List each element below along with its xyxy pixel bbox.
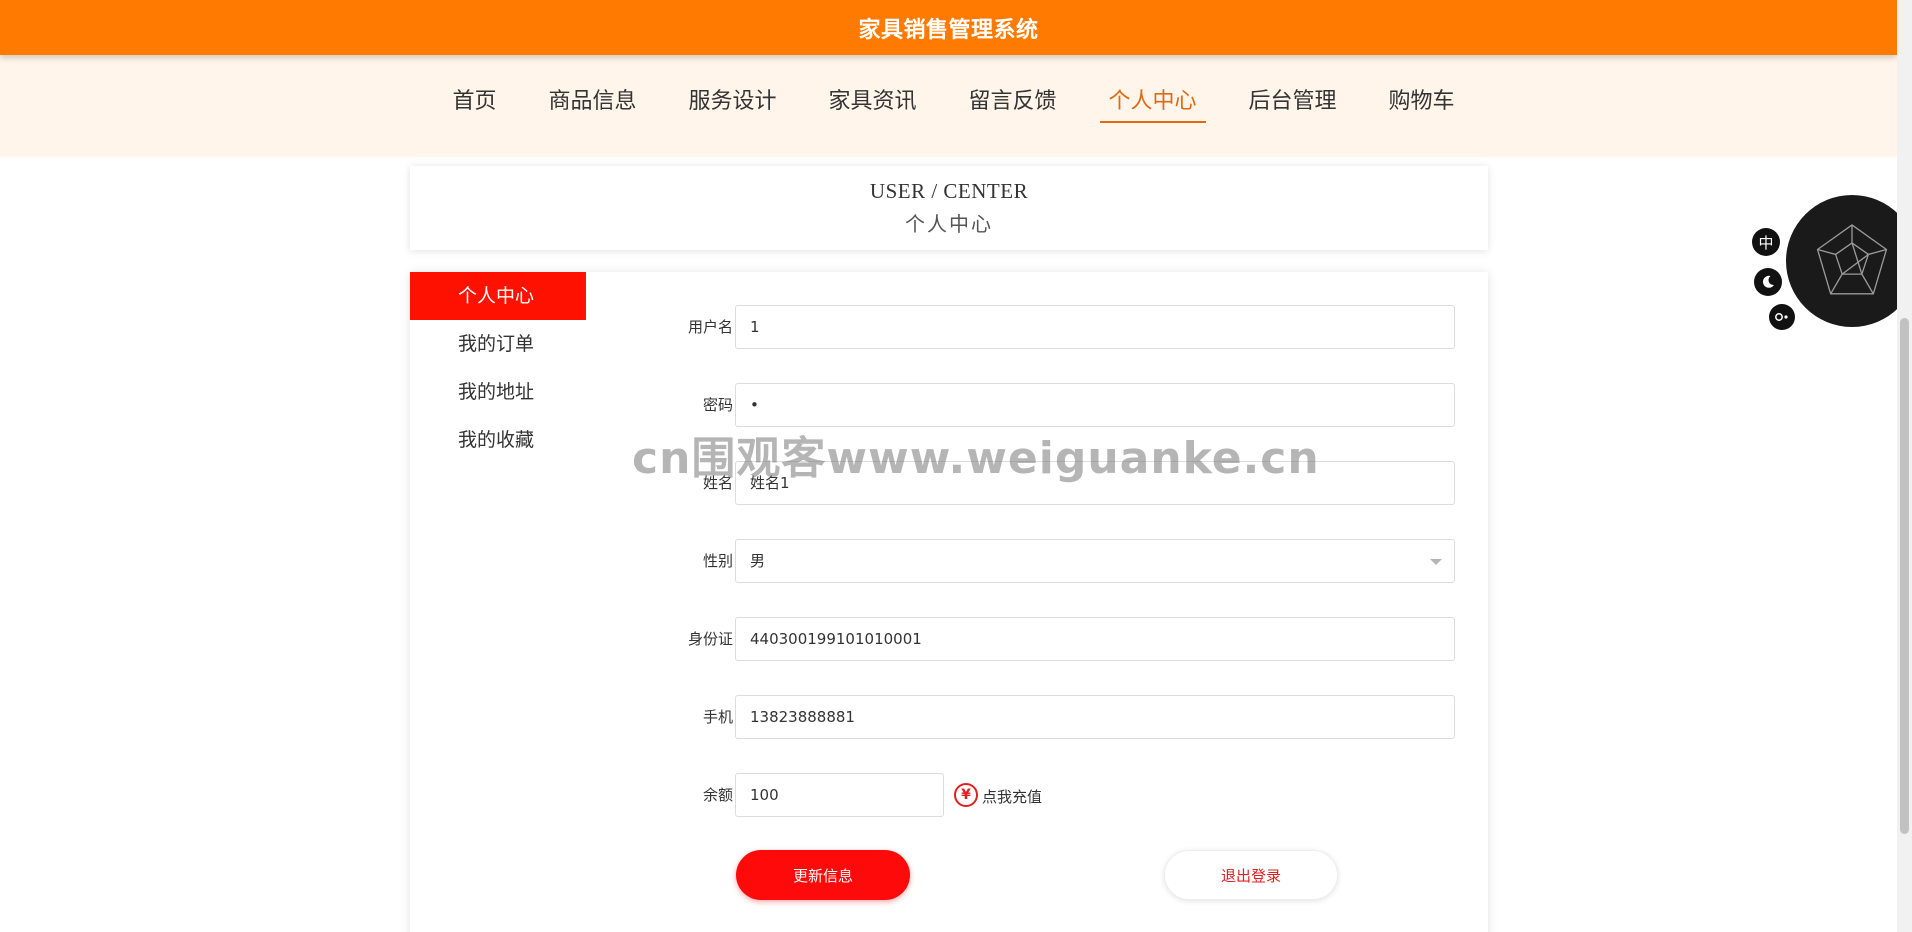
nav-item-furniture-news[interactable]: 家具资讯 (819, 89, 925, 123)
top-header-bar: 家具销售管理系统 (0, 0, 1897, 55)
recharge-link[interactable]: ¥ 点我充值 (954, 782, 1042, 807)
username-input[interactable]: 1 (735, 305, 1455, 349)
main-nav-band: 首页 商品信息 服务设计 家具资讯 留言反馈 个人中心 后台管理 购物车 (0, 55, 1897, 157)
theme-toggle-button[interactable] (1754, 268, 1782, 296)
form-row-password: 密码 • (410, 383, 1488, 427)
recharge-label: 点我充值 (982, 788, 1043, 806)
moon-icon (1762, 275, 1774, 288)
language-label: 中 (1758, 233, 1774, 252)
chevron-down-icon (1430, 559, 1442, 565)
page-heading-cn: 个人中心 (905, 212, 993, 236)
nav-item-products[interactable]: 商品信息 (539, 89, 645, 123)
settings-toggle-button[interactable] (1769, 304, 1795, 330)
nav-item-feedback[interactable]: 留言反馈 (960, 89, 1066, 123)
username-label: 用户名 (687, 318, 733, 336)
name-label: 姓名 (702, 474, 733, 492)
form-row-name: 姓名 姓名1 (410, 461, 1488, 505)
gender-selected-value: 男 (750, 552, 766, 570)
floating-logo-disc[interactable] (1786, 195, 1912, 327)
balance-label: 余额 (702, 786, 733, 804)
name-input[interactable]: 姓名1 (735, 461, 1455, 505)
form-row-gender: 性别 男 (410, 539, 1488, 583)
gender-label: 性别 (702, 552, 733, 570)
phone-label: 手机 (702, 708, 733, 726)
password-input[interactable]: • (735, 383, 1455, 427)
nav-item-service-design[interactable]: 服务设计 (679, 89, 785, 123)
scrollbar-thumb[interactable] (1900, 318, 1909, 834)
page-heading-en: USER / CENTER (869, 179, 1029, 203)
site-title: 家具销售管理系统 (858, 17, 1039, 43)
id-card-label: 身份证 (687, 630, 733, 648)
page-heading: USER / CENTER 个人中心 (410, 166, 1488, 250)
side-menu: 个人中心 我的订单 我的地址 我的收藏 (410, 272, 586, 464)
id-card-input[interactable]: 440300199101010001 (735, 617, 1455, 661)
polyhedron-icon (1816, 224, 1888, 295)
update-info-button[interactable]: 更新信息 (736, 850, 910, 900)
language-toggle-button[interactable]: 中 (1752, 228, 1780, 256)
form-row-username: 用户名 1 (410, 305, 1488, 349)
yen-icon: ¥ (954, 782, 978, 807)
toggle-icon (1775, 313, 1788, 321)
password-label: 密码 (702, 396, 733, 414)
phone-input[interactable]: 13823888881 (735, 695, 1455, 739)
form-row-id-card: 身份证 440300199101010001 (410, 617, 1488, 661)
nav-item-admin[interactable]: 后台管理 (1240, 89, 1346, 123)
user-center-panel: 个人中心 我的订单 我的地址 我的收藏 用户名 1 密码 • 姓名 姓名1 性别… (410, 272, 1488, 932)
main-nav: 首页 商品信息 服务设计 家具资讯 留言反馈 个人中心 后台管理 购物车 (443, 89, 1464, 124)
logout-button[interactable]: 退出登录 (1164, 850, 1338, 900)
balance-input[interactable]: 100 (735, 773, 944, 817)
nav-item-user-center[interactable]: 个人中心 (1099, 89, 1206, 124)
gender-select[interactable]: 男 (735, 539, 1455, 583)
form-row-balance: 余额 100 ¥ 点我充值 (410, 773, 1488, 817)
nav-item-home[interactable]: 首页 (443, 89, 505, 123)
nav-item-cart[interactable]: 购物车 (1380, 89, 1464, 123)
form-row-phone: 手机 13823888881 (410, 695, 1488, 739)
